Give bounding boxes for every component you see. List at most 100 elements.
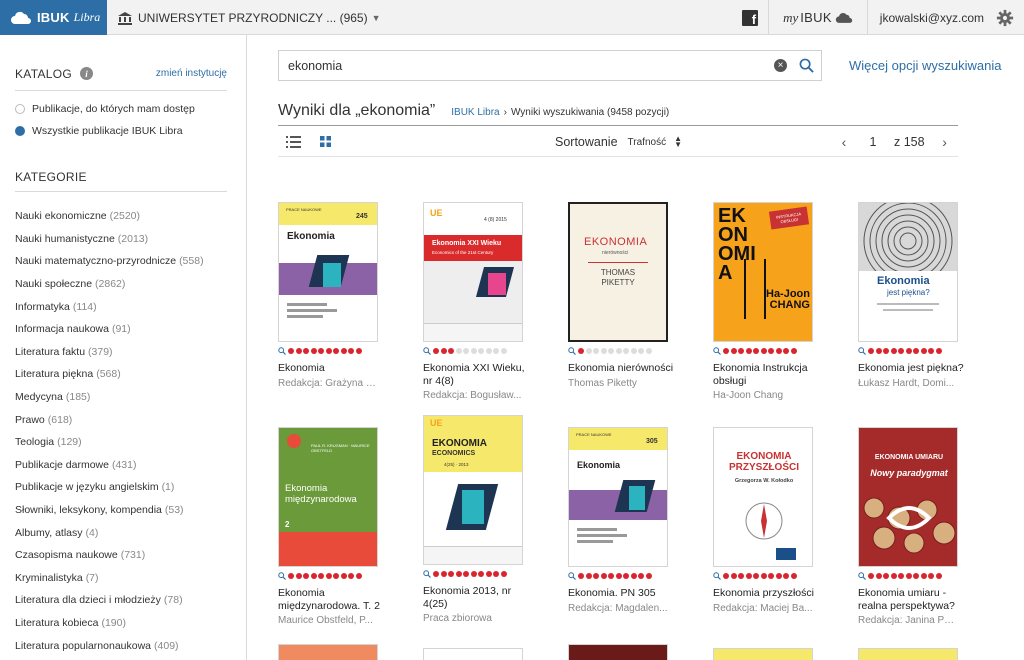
preview-icon[interactable] [858,347,866,355]
availability-dots [568,572,676,580]
preview-icon[interactable] [568,347,576,355]
category-item[interactable]: Kryminalistyka (7) [15,567,227,590]
book-title[interactable]: Ekonomia przyszłości [713,587,821,600]
book-title[interactable]: Ekonomia nierówności [568,362,676,375]
book-title[interactable]: Ekonomia XXI Wieku, nr 4(8) [423,362,531,387]
catalog-option-accessible[interactable]: Publikacje, do których mam dostęp [15,103,195,115]
prev-page-button[interactable]: ‹ [836,134,852,150]
category-item[interactable]: Medycyna (185) [15,386,227,409]
search-input[interactable] [288,58,774,73]
book-card[interactable]: UE 4 (8) 2015 Ekonomia XXI Wieku Economi… [423,202,531,401]
book-card[interactable]: EKONOMIA nierówności THOMAS PIKETTY Ekon… [568,202,676,389]
category-item[interactable]: Publikacje w języku angielskim (1) [15,476,227,499]
book-card[interactable]: UE EKONOMIA ECONOMICS 4(25) · 2013 Ekono… [423,415,531,624]
cover-subtitle: jest piękna? [887,288,930,297]
advanced-search-link[interactable]: Więcej opcji wyszukiwania [849,58,1001,73]
category-count: (2520) [109,210,140,223]
pagination: ‹ 1 z 158 › [836,126,953,158]
category-item[interactable]: Literatura faktu (379) [15,341,227,364]
preview-icon[interactable] [858,572,866,580]
page-number-input[interactable]: 1 [856,128,890,156]
category-item[interactable]: Literatura kobieca (190) [15,612,227,635]
grid-view-icon[interactable] [320,136,331,147]
book-card[interactable]: Ekonomia jest piękna? Ekonomia jest pięk… [858,202,966,389]
book-cover-partial[interactable] [713,648,813,660]
book-card[interactable]: PRACE NAUKOWE 305 Ekonomia Ekonomia. PN … [568,427,676,614]
book-cover[interactable]: EKONOMIA UMIARU Nowy paradygmat [858,427,958,567]
book-cover-partial[interactable] [423,648,523,660]
book-card[interactable]: EKONOMIA INSTRUKCJA OBSŁUGI Ha-Joon CHAN… [713,202,821,401]
category-item[interactable]: Słowniki, leksykony, kompendia (53) [15,499,227,522]
sort-updown-icon[interactable]: ▲ ▼ [674,134,682,149]
category-item[interactable]: Informatyka (114) [15,295,227,318]
preview-icon[interactable] [423,347,431,355]
category-item[interactable]: Informacja naukowa (91) [15,318,227,341]
search-icon[interactable] [799,58,814,73]
book-card[interactable]: PRACE NAUKOWE 245 Ekonomia Ekonomia Reda… [278,202,386,389]
my-ibuk-link[interactable]: my IBUK [769,10,867,26]
category-item[interactable]: Nauki matematyczno-przyrodnicze (558) [15,250,227,273]
clear-icon[interactable]: × [774,59,787,72]
category-item[interactable]: Prawo (618) [15,408,227,431]
preview-icon[interactable] [713,347,721,355]
breadcrumb-home-link[interactable]: IBUK Libra [451,107,499,118]
category-name: Nauki humanistyczne [15,232,115,245]
book-cover[interactable]: EKONOMIA INSTRUKCJA OBSŁUGI Ha-Joon CHAN… [713,202,813,342]
ibuk-libra-logo[interactable]: IBUK Libra [0,0,107,35]
cover-badge: INSTRUKCJA OBSŁUGI [768,206,810,230]
info-icon[interactable]: i [80,67,94,80]
book-cover-partial[interactable] [568,644,668,660]
preview-icon[interactable] [568,572,576,580]
category-item[interactable]: Czasopisma naukowe (731) [15,544,227,567]
book-cover-partial[interactable] [278,644,378,660]
book-card[interactable]: EKONOMIA UMIARU Nowy paradygmat Ekonomia… [858,427,966,626]
book-title[interactable]: Ekonomia międzynarodowa. T. 2 [278,587,386,612]
preview-icon[interactable] [423,570,431,578]
category-item[interactable]: Literatura dla dzieci i młodzieży (78) [15,589,227,612]
catalog-option-all[interactable]: Wszystkie publikacje IBUK Libra [15,125,183,137]
book-title[interactable]: Ekonomia Instrukcja obsługi [713,362,821,387]
category-item[interactable]: Nauki społeczne (2862) [15,273,227,296]
next-page-button[interactable]: › [937,134,953,150]
radio-button-selected[interactable] [15,126,25,136]
user-email[interactable]: jkowalski@xyz.com [868,11,996,25]
preview-icon[interactable] [713,572,721,580]
facebook-icon[interactable]: f [742,9,759,26]
change-institution-link[interactable]: zmień instytucję [156,68,227,79]
book-cover[interactable]: EKONOMIA nierówności THOMAS PIKETTY [568,202,668,342]
category-item[interactable]: Albumy, atlasy (4) [15,521,227,544]
sort-select[interactable]: Trafność [628,137,667,148]
book-cover[interactable]: Ekonomia jest piękna? [858,202,958,342]
book-title[interactable]: Ekonomia jest piękna? [858,362,966,375]
institution-selector[interactable]: UNIWERSYTET PRZYRODNICZY ... (965) ▼ [117,0,381,35]
category-item[interactable]: Nauki ekonomiczne (2520) [15,205,227,228]
book-cover[interactable]: PRACE NAUKOWE 245 Ekonomia [278,202,378,342]
category-count: (558) [179,255,204,268]
category-name: Literatura kobieca [15,616,99,629]
category-item[interactable]: Nauki humanistyczne (2013) [15,228,227,251]
book-title[interactable]: Ekonomia umiaru - realna perspektywa? [858,587,966,612]
gear-icon[interactable] [996,9,1014,27]
book-cover[interactable]: EKONOMIA PRZYSZŁOŚCI Grzegorza W. Kołodk… [713,427,813,567]
book-cover-partial[interactable] [858,648,958,660]
category-item[interactable]: Literatura popularnonaukowa (409) [15,634,227,657]
preview-icon[interactable] [278,572,286,580]
list-view-icon[interactable] [286,136,301,148]
book-cover[interactable]: PAUL R. KRUGMAN · MAURICE OBSTFELD Ekono… [278,427,378,567]
category-item[interactable]: Publikacje darmowe (431) [15,454,227,477]
category-item[interactable]: Literatura piękna (568) [15,363,227,386]
book-cover[interactable]: UE EKONOMIA ECONOMICS 4(25) · 2013 [423,415,523,565]
book-card[interactable]: EKONOMIA PRZYSZŁOŚCI Grzegorza W. Kołodk… [713,427,821,614]
book-cover[interactable]: PRACE NAUKOWE 305 Ekonomia [568,427,668,567]
category-count: (379) [88,345,113,358]
radio-button[interactable] [15,104,25,114]
cover-subtitle: ECONOMICS [432,450,476,457]
book-cover[interactable]: UE 4 (8) 2015 Ekonomia XXI Wieku Economi… [423,202,523,342]
category-item[interactable]: Teologia (129) [15,431,227,454]
book-card[interactable]: PAUL R. KRUGMAN · MAURICE OBSTFELD Ekono… [278,427,386,626]
preview-icon[interactable] [278,347,286,355]
my-ibuk-label: IBUK [800,10,832,25]
book-title[interactable]: Ekonomia 2013, nr 4(25) [423,585,531,610]
book-title[interactable]: Ekonomia. PN 305 [568,587,676,600]
book-title[interactable]: Ekonomia [278,362,386,375]
